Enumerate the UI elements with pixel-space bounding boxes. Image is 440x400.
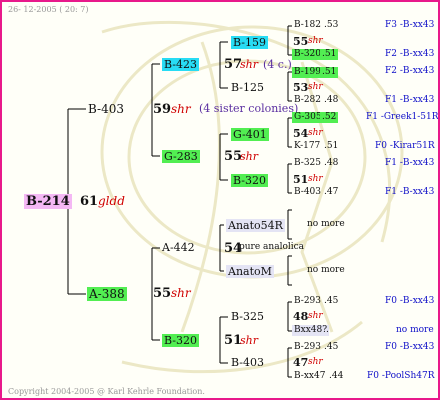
gen4-queen-id[interactable]: B-320 [292,49,323,60]
print-date: 26- 12-2005 ( 20: 7) [8,5,89,14]
gen4-value: .48 [324,158,339,168]
gen4-origin: no more [396,325,434,335]
gen3-queen-id[interactable]: B-403 [231,357,264,368]
gen3-mating-suffix: shr [308,82,323,92]
gen3-queen-id[interactable]: B-325 [231,311,264,322]
gen4-value: .45 [324,342,339,352]
gen4-origin: F1 -B-xx43 [385,187,435,197]
gen4-value: .53 [324,20,339,30]
copyright-footer: Copyright 2004-2005 @ Karl Kehrle Founda… [8,387,205,396]
gen4-value: .48 [324,95,339,105]
pedigree-frame: 26- 12-2005 ( 20: 7) Copyright 2004-2005… [0,0,440,400]
gen3-mating-number: 47 [293,356,309,369]
root-mating-suffix: gldd [98,194,125,208]
gen3-mating-number: 55 [293,35,309,48]
gen4-origin: F2 -B-xx43 [385,66,435,76]
gen4-origin: F3 -B-xx43 [385,20,435,30]
mother-mating-number: 55 [153,286,172,301]
gen3-queen-id[interactable]: B-320 [231,174,268,187]
gen4-queen-id[interactable]: B-182 [294,21,321,30]
gen3-mating-number: 54 [293,127,309,140]
father-mating-number: 59 [153,102,172,117]
gen3-queen-id[interactable]: Anato54R [226,219,285,232]
gen4-origin: F1 -B-xx43 [385,95,435,105]
gen2-mating-suffix: shr [240,58,258,71]
root-mating-number: 61 [80,194,99,209]
gen3-mating-number: 51 [293,173,309,186]
gen4-value: .44 [329,371,344,381]
gen3-queen-id[interactable]: AnatoM [226,265,274,278]
gen3-queen-id[interactable]: B-125 [231,82,264,93]
gen4-queen-id[interactable]: K-177 [294,142,320,151]
gen4-origin: F0 -Kirar51R [375,141,435,151]
gen3-queen-id[interactable]: G-401 [231,128,269,141]
mother-queen-id[interactable]: A-388 [87,287,127,301]
gen4-queen-id[interactable]: B-325 [294,159,321,168]
gen4-queen-id[interactable]: Bxx48? [292,325,330,336]
gen4-origin: F0 -B-xx43 [385,296,435,306]
gen3-mating-number: 53 [293,81,309,94]
gen4-value: .47 [324,187,339,197]
gen4-queen-id[interactable]: B-282 [294,96,321,105]
gen3-mating-suffix: shr [308,128,323,138]
gen4-origin: F1 -B-xx43 [385,158,435,168]
gen2-mating-suffix: shr [240,334,258,347]
gen4-origin: F0 -B-xx43 [385,342,435,352]
gen4-value: .51 [320,49,339,60]
gen4-queen-id[interactable]: G-305 [292,112,324,123]
gen2-queen-id[interactable]: A-442 [162,242,195,253]
gen3-mating-number: 48 [293,310,309,323]
gen2-mating-text: pure analolica [239,242,305,252]
gen4-origin: F1 -Greek1-51R [366,112,439,122]
no-more-label: no more [307,219,345,229]
gen3-mating-suffix: shr [308,311,323,321]
gen4-value: .51 [324,141,339,151]
gen2-mating-note: (4 c.) [263,58,292,71]
gen3-mating-suffix: shr [308,36,323,46]
gen4-value: . [326,325,329,335]
father-mating-suffix: shr [171,102,191,116]
gen4-queen-id[interactable]: B-199 [292,67,323,78]
gen4-origin: F2 -B-xx43 [385,49,435,59]
gen4-value: .45 [324,296,339,306]
gen4-origin: F0 -PoolSh47R [367,371,435,381]
no-more-label: no more [307,265,345,275]
gen2-queen-id[interactable]: B-320 [162,334,199,347]
gen3-queen-id[interactable]: B-159 [231,36,268,49]
gen2-mating-suffix: shr [240,150,258,163]
root-queen-id[interactable]: B-214 [24,194,72,209]
gen3-mating-suffix: shr [308,174,323,184]
mother-mating-suffix: shr [171,286,191,300]
gen4-queen-id[interactable]: B-xx47 [294,372,325,381]
gen3-mating-suffix: shr [308,357,323,367]
gen4-value: .51 [320,67,339,78]
father-queen-id[interactable]: B-403 [88,103,124,115]
gen2-queen-id[interactable]: G-283 [162,150,200,163]
gen2-queen-id[interactable]: B-423 [162,58,199,71]
father-mating-note: (4 sister colonies) [199,102,299,115]
gen4-value: .52 [320,112,339,123]
gen4-queen-id[interactable]: B-293 [294,343,321,352]
gen4-queen-id[interactable]: B-293 [294,297,321,306]
gen4-queen-id[interactable]: B-403 [294,188,321,197]
